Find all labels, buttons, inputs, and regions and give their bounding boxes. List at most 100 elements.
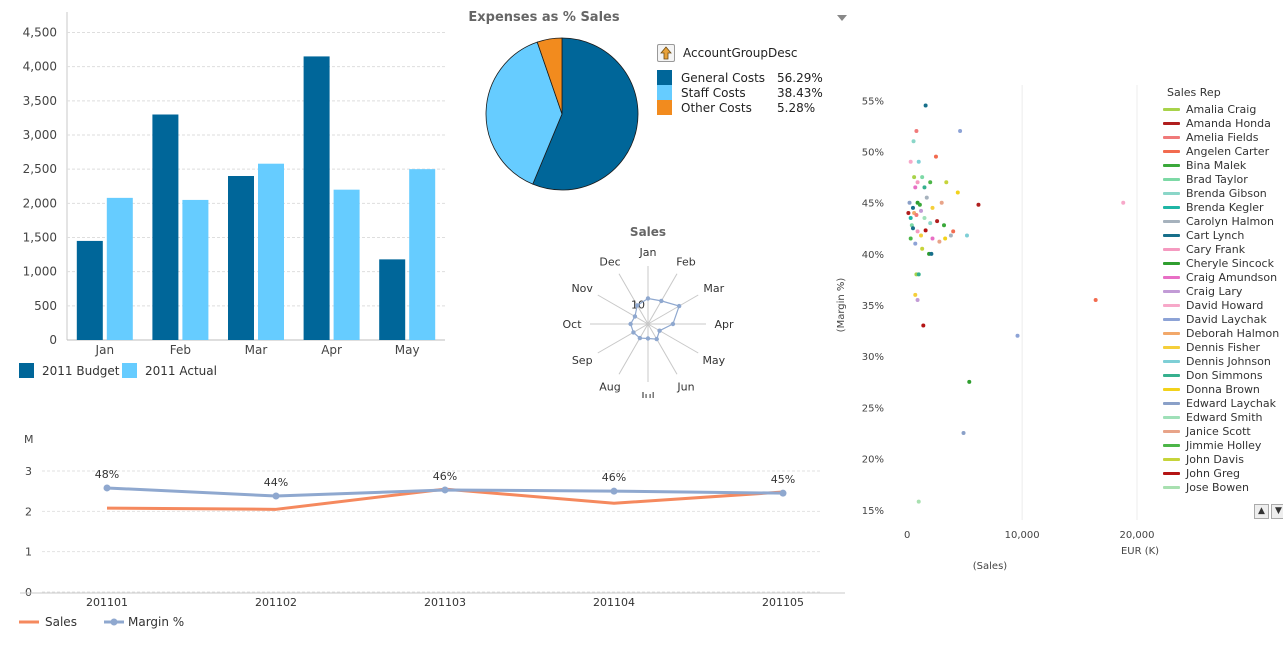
radar-axis-label: Jul (640, 390, 654, 398)
line-point (103, 484, 111, 492)
line-point (441, 486, 449, 494)
scatter-point (964, 233, 969, 238)
radar-point (632, 314, 638, 319)
line-y-tick-label: 1 (25, 546, 32, 559)
sales-rep-legend-item[interactable]: Dennis Fisher (1163, 340, 1279, 354)
bar-x-tick-label: May (395, 343, 420, 357)
bar-actual (106, 197, 133, 340)
sales-rep-label: Craig Lary (1186, 284, 1243, 298)
sales-rep-swatch (1163, 247, 1180, 251)
sales-rep-legend-item[interactable]: Deborah Halmon (1163, 326, 1279, 340)
scroll-up-button[interactable]: ▲ (1254, 504, 1269, 519)
radar-axis-label: Aug (599, 380, 620, 393)
sales-rep-label: Dennis Fisher (1186, 340, 1261, 354)
scatter-point (923, 103, 928, 108)
sales-rep-legend-item[interactable]: Amanda Honda (1163, 116, 1279, 130)
sales-rep-label: Edward Smith (1186, 410, 1263, 424)
bar-actual (258, 163, 284, 340)
line-y-tick-label: 3 (25, 465, 32, 478)
sales-rep-legend-item[interactable]: Brenda Kegler (1163, 200, 1279, 214)
line-legend-margin: Margin % (104, 615, 184, 629)
sales-rep-label: Donna Brown (1186, 382, 1260, 396)
scatter-point (922, 185, 927, 190)
scatter-y-tick-label: 45% (862, 199, 884, 210)
sales-rep-swatch (1163, 457, 1180, 461)
pie-menu-icon[interactable] (837, 15, 847, 21)
sales-rep-legend-item[interactable]: Craig Lary (1163, 284, 1279, 298)
pie-legend-swatch (657, 100, 672, 115)
sales-rep-legend-item[interactable]: Edward Smith (1163, 410, 1279, 424)
radar-axis-label: Apr (714, 318, 734, 331)
pie-legend-label: Staff Costs (681, 85, 746, 100)
bar-actual (333, 189, 360, 340)
sales-rep-swatch (1163, 303, 1180, 307)
sales-rep-legend-item[interactable]: Janice Scott (1163, 424, 1279, 438)
scatter-point (935, 219, 940, 224)
sales-rep-legend-item[interactable]: Brad Taylor (1163, 172, 1279, 186)
sales-rep-swatch (1163, 345, 1180, 349)
sales-rep-legend-item[interactable]: Edward Laychak (1163, 396, 1279, 410)
scatter-y-tick-label: 30% (862, 352, 884, 363)
bar-y-tick-label: 1,000 (23, 265, 57, 279)
sales-rep-label: Bina Malek (1186, 158, 1247, 172)
scatter-y-tick-label: 50% (862, 148, 884, 159)
scatter-point (933, 154, 938, 159)
sales-rep-legend-item[interactable]: Amelia Fields (1163, 130, 1279, 144)
sales-rep-swatch (1163, 387, 1180, 391)
bar-actual (182, 199, 209, 340)
sales-rep-swatch (1163, 191, 1180, 195)
scatter-point (923, 228, 928, 233)
sales-rep-legend-item[interactable]: Bina Malek (1163, 158, 1279, 172)
scatter-point (913, 292, 918, 297)
sales-rep-label: Amalia Craig (1186, 102, 1257, 116)
bar-legend-actual: 2011 Actual (122, 363, 217, 378)
scatter-point (916, 499, 921, 504)
sales-rep-legend-item[interactable]: Angelen Carter (1163, 144, 1279, 158)
sales-rep-legend-item[interactable]: John Davis (1163, 452, 1279, 466)
sales-rep-legend-item[interactable]: Jose Bowen (1163, 480, 1279, 494)
sales-rep-swatch (1163, 429, 1180, 433)
scatter-point (906, 210, 911, 215)
scatter-point (911, 139, 916, 144)
sales-rep-legend-item[interactable]: Cheryle Sincock (1163, 256, 1279, 270)
sales-rep-legend-item[interactable]: Amalia Craig (1163, 102, 1279, 116)
sales-rep-legend-item[interactable]: Craig Amundson (1163, 270, 1279, 284)
scatter-y-tick-label: 25% (862, 403, 884, 414)
scatter-x-tick-label: 10,000 (1005, 530, 1040, 541)
bar-budget (303, 56, 330, 341)
scatter-point (915, 180, 920, 185)
scatter-x-tick-label: 0 (904, 530, 910, 541)
sales-rep-legend-item[interactable]: Brenda Gibson (1163, 186, 1279, 200)
sales-rep-legend-item[interactable]: Carolyn Halmon (1163, 214, 1279, 228)
pie-legend: AccountGroupDesc General Costs 56.29% Sta… (657, 44, 823, 115)
bar-legend-actual-label: 2011 Actual (145, 363, 217, 378)
sales-rep-legend-item[interactable]: Cary Frank (1163, 242, 1279, 256)
sales-rep-label: Angelen Carter (1186, 144, 1270, 158)
radar-point (645, 336, 651, 341)
sales-rep-legend-item[interactable]: Donna Brown (1163, 382, 1279, 396)
scatter-point (948, 233, 953, 238)
radar-point (645, 296, 651, 301)
scatter-point (930, 205, 935, 210)
radar-point (631, 330, 636, 335)
sales-rep-legend-item[interactable]: Dennis Johnson (1163, 354, 1279, 368)
sales-rep-label: Brenda Gibson (1186, 186, 1267, 200)
pie-chart (485, 37, 639, 191)
sales-rep-legend-item[interactable]: David Laychak (1163, 312, 1279, 326)
bar-x-tick-label: Apr (321, 343, 342, 357)
pie-legend-header[interactable]: AccountGroupDesc (657, 44, 813, 62)
radar-point (654, 336, 659, 342)
scroll-down-button[interactable]: ▼ (1271, 504, 1283, 519)
line-data-label: 46% (602, 471, 626, 484)
sales-rep-legend-item[interactable]: Don Simmons (1163, 368, 1279, 382)
drill-up-icon[interactable] (657, 44, 675, 62)
radar-axis-label: Sep (572, 354, 593, 367)
sales-rep-legend-item[interactable]: John Greg (1163, 466, 1279, 480)
radar-axis-label: Jan (639, 248, 657, 259)
scatter-chart: (Margin %) 0 10,000 20,000 15% 20% 25% 30% 35% 4… (836, 85, 1159, 572)
sales-rep-legend-item[interactable]: Cart Lynch (1163, 228, 1279, 242)
scatter-point (920, 175, 925, 180)
sales-rep-legend-item[interactable]: David Howard (1163, 298, 1279, 312)
sales-rep-legend-item[interactable]: Jimmie Holley (1163, 438, 1279, 452)
line-point (272, 492, 280, 500)
